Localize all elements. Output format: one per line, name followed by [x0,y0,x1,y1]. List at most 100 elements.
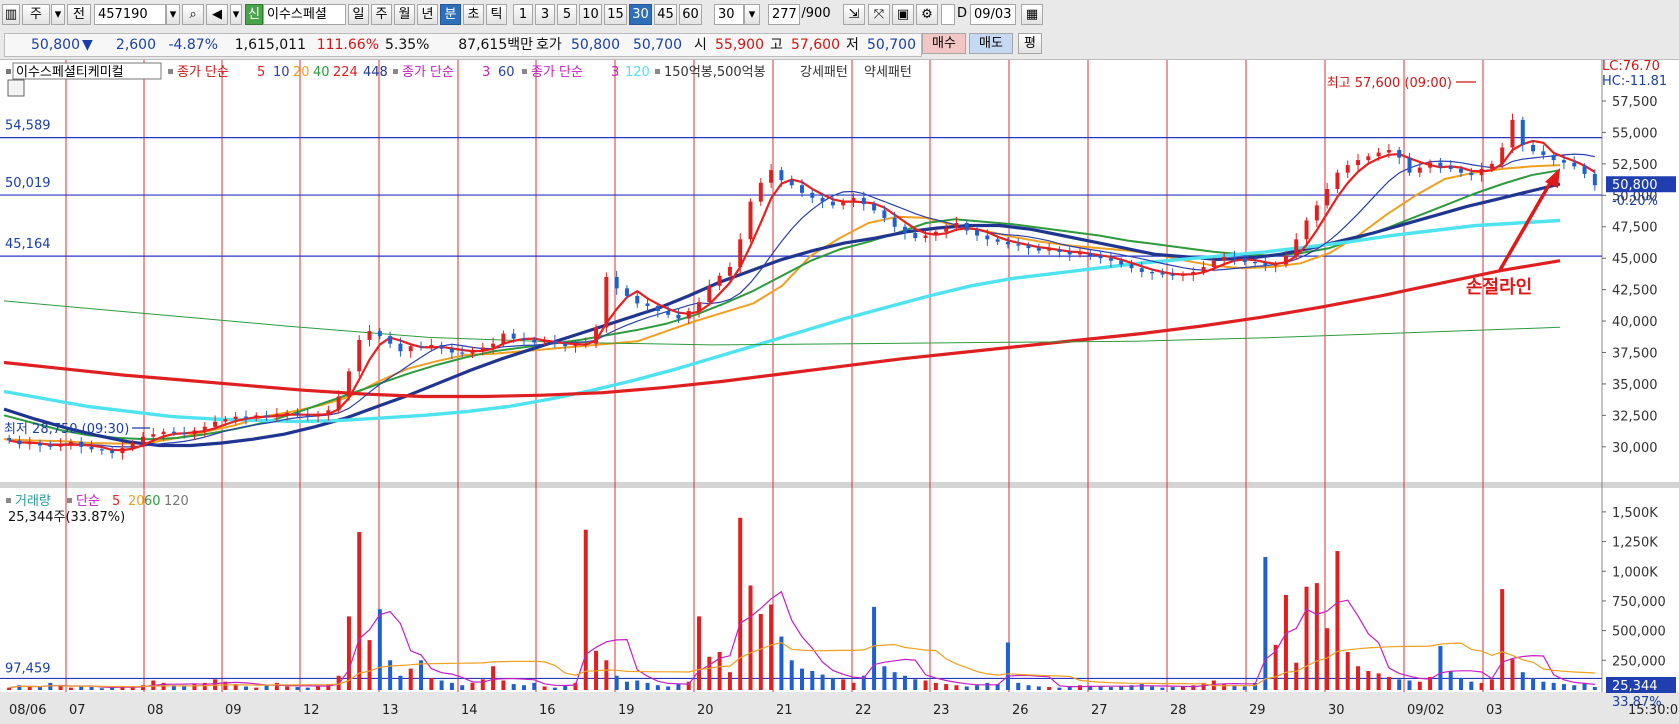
candle-body [501,333,506,344]
chevron-down-icon[interactable]: ▾ [230,4,242,25]
date-input[interactable]: 09/03 [970,4,1016,25]
volume-bar [1489,679,1494,690]
interval-button-60[interactable]: 60 [679,4,702,25]
volume-bar [521,685,526,690]
candle-body [99,449,104,451]
volume-bar [1561,684,1566,690]
interval-button-10[interactable]: 10 [579,4,602,25]
volume-value: 1,615,011 [234,37,306,53]
volume-bar [1407,680,1412,690]
candle-body [1366,156,1371,161]
count-input[interactable]: 277 [768,4,800,25]
volume-bar [367,640,372,690]
eval-button[interactable]: 평 [1018,33,1042,54]
calendar-icon[interactable]: ▦ [1021,4,1043,25]
period-type-select[interactable]: 주 [22,4,50,25]
x-tick-label: 23 [933,703,950,718]
grid-toggle-icon[interactable] [7,79,25,97]
volume-bar [1376,673,1381,690]
interval-select[interactable]: 30 [714,4,744,25]
candle-body [110,450,115,454]
speaker-icon[interactable]: ◀ [206,4,228,25]
candle-body [1160,273,1165,275]
interval-button-5[interactable]: 5 [557,4,577,25]
candle-body [738,239,743,267]
chevron-down-icon[interactable]: ▾ [51,4,65,25]
volume-bar [913,679,918,690]
sell-button[interactable]: 매도 [969,33,1013,54]
period-button-5[interactable]: 분 [440,4,461,25]
candle-body [892,217,897,227]
volume-bar [1036,686,1041,690]
period-button-1[interactable]: 일 [348,4,369,25]
candle-body [1057,249,1062,252]
candle-body [1078,253,1083,255]
period-button-7[interactable]: 틱 [486,4,507,25]
volume-y-tick-label: 250,000 [1612,654,1666,669]
volume-bar [944,684,949,690]
period-button-2[interactable]: 주 [371,4,392,25]
legend-ma-40: 40 [313,65,330,80]
interval-button-15[interactable]: 15 [604,4,627,25]
volume-bar [933,682,938,690]
candle-body [1592,173,1597,186]
period-button-3[interactable]: 월 [394,4,415,25]
candle-body [27,443,32,445]
candle-body [295,412,300,416]
volume-bar [1242,686,1247,690]
candle-body [985,235,990,240]
gear-icon[interactable]: ⚙ [916,4,938,25]
volume-bar [480,679,485,690]
candle-body [79,441,84,447]
volume-bar [254,687,259,690]
candle-body [521,338,526,340]
count-total: /900 [801,6,831,21]
layout-icon[interactable]: ▥ [2,4,20,25]
volume-tag: 25,344 [1612,679,1658,694]
d-checkbox[interactable] [941,4,955,25]
panel-splitter[interactable] [0,482,1679,488]
level-label: 54,589 [5,119,51,134]
candle-body [460,352,465,354]
candle-body [882,210,887,218]
candle-body [1211,260,1216,267]
period-button-6[interactable]: 초 [463,4,484,25]
chart-tool-icon[interactable]: ⇲ [843,4,865,25]
candle-body [995,239,1000,242]
candle-body [357,339,362,372]
period-button-4[interactable]: 년 [417,4,438,25]
candle-body [1520,119,1525,146]
high-label: 고 [770,37,783,53]
volume-bar [1397,679,1402,690]
candle-body [130,443,135,449]
interval-button-3[interactable]: 3 [535,4,555,25]
crosshair-icon[interactable]: ⤧ [868,4,890,25]
stock-name-field[interactable]: 이수스페셜 [263,4,346,25]
x-tick-label: 29 [1249,703,1266,718]
price-change: 2,600 [115,37,156,53]
buy-button[interactable]: 매수 [922,33,966,54]
volume-bar [1386,676,1391,690]
volume-y-tick-label: 500,000 [1612,625,1666,640]
search-icon[interactable]: ⌕ [182,4,204,25]
chevron-down-icon[interactable]: ▾ [166,4,180,25]
candle-body [182,432,187,435]
volume-bar [882,666,887,690]
save-icon[interactable]: ▣ [892,4,914,25]
volume-bar [532,682,537,690]
candle-body [975,230,980,236]
candle-body [192,430,197,435]
volume-bar [923,680,928,690]
volume-bar [1417,681,1422,690]
candle-body [305,415,310,417]
volume-legend-current: 25,344주(33.87%) [8,510,125,525]
chevron-down-icon[interactable]: ▾ [744,4,760,25]
volume-bar [1314,583,1319,690]
prev-button[interactable]: 전 [67,4,91,25]
candle-body [1026,245,1031,249]
stock-code-input[interactable]: 457190 [94,4,166,25]
interval-button-45[interactable]: 45 [654,4,677,25]
volume-bar [192,684,197,690]
interval-button-1[interactable]: 1 [513,4,533,25]
interval-button-30[interactable]: 30 [629,4,652,25]
